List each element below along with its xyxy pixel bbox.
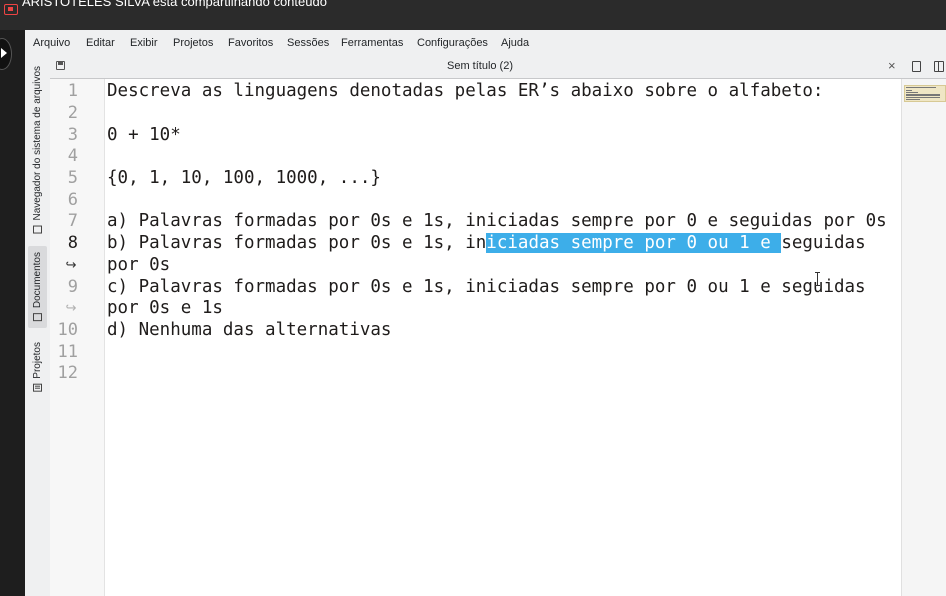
menu-configuracoes[interactable]: Configurações xyxy=(417,37,488,49)
line-number: 6 xyxy=(67,190,78,210)
minimap-line xyxy=(906,90,912,91)
wrap-indicator-icon: ↪ xyxy=(65,257,77,272)
menu-sessoes[interactable]: Sessões xyxy=(287,37,329,49)
share-banner-text: ARISTOTELES SILVA está compartilhando co… xyxy=(22,0,327,9)
wrap-indicator-icon: ↪ xyxy=(65,300,77,315)
menu-ferramentas[interactable]: Ferramentas xyxy=(341,37,403,49)
close-tab-icon[interactable]: × xyxy=(888,58,896,73)
line-number: 2 xyxy=(67,103,78,123)
line-number: 9 xyxy=(67,277,78,297)
screen-share-icon xyxy=(4,4,18,15)
menu-projetos[interactable]: Projetos xyxy=(173,37,213,49)
line-text: Descreva as linguagens denotadas pelas E… xyxy=(107,81,824,101)
line-number: 10 xyxy=(57,320,78,340)
minimap-line xyxy=(906,92,918,93)
folder-icon xyxy=(33,225,42,234)
line-text: b) Palavras formadas por 0s e 1s, inicia… xyxy=(107,232,866,254)
document-icon xyxy=(33,313,42,322)
tab-filesystem-browser[interactable]: Navegador do sistema de arquivos xyxy=(28,58,47,242)
line-text: 0 + 10* xyxy=(107,125,181,145)
text-cursor-ibeam-icon xyxy=(815,272,820,286)
menu-favoritos[interactable]: Favoritos xyxy=(228,37,273,49)
line-text-before-selection: b) Palavras formadas por 0s e 1s, in xyxy=(107,233,487,253)
kate-editor-window: Arquivo Editar Exibir Projetos Favoritos… xyxy=(25,30,946,596)
tab-documents[interactable]: Documentos xyxy=(28,246,47,328)
document-tab-title[interactable]: Sem título (2) xyxy=(50,60,910,72)
tab-documents-label: Documentos xyxy=(32,252,43,309)
line-number-current: 8 xyxy=(67,233,78,253)
menu-ajuda[interactable]: Ajuda xyxy=(501,37,529,49)
expand-panel-icon[interactable] xyxy=(0,38,12,70)
line-number: 4 xyxy=(67,146,78,166)
line-number: 5 xyxy=(67,168,78,188)
line-number: 1 xyxy=(67,81,78,101)
screen-share-banner: ARISTOTELES SILVA está compartilhando co… xyxy=(0,0,946,30)
meeting-side-strip xyxy=(0,30,25,596)
tab-projects[interactable]: Projetos xyxy=(28,336,47,398)
document-tab-bar: Sem título (2) × xyxy=(50,56,946,79)
line-number: 11 xyxy=(57,342,78,362)
minimap-line xyxy=(906,95,940,96)
minimap-line xyxy=(906,99,920,100)
line-text: por 0s xyxy=(107,255,171,275)
tab-filesystem-browser-label: Navegador do sistema de arquivos xyxy=(32,66,43,221)
line-text: d) Nenhuma das alternativas xyxy=(107,320,392,340)
tab-projects-label: Projetos xyxy=(32,342,43,379)
text-editor[interactable]: 1 2 3 4 5 6 7 8 ↪ 9 ↪ 10 11 12 Descreva … xyxy=(50,79,901,596)
line-number: 12 xyxy=(57,363,78,383)
menu-arquivo[interactable]: Arquivo xyxy=(33,37,70,49)
minimap-line xyxy=(906,87,936,88)
line-text: c) Palavras formadas por 0s e 1s, inicia… xyxy=(107,277,866,297)
new-document-icon[interactable] xyxy=(912,61,921,72)
line-number: 7 xyxy=(67,211,78,231)
line-text: a) Palavras formadas por 0s e 1s, inicia… xyxy=(107,211,887,231)
menu-editar[interactable]: Editar xyxy=(86,37,115,49)
line-text-after-selection: seguidas xyxy=(781,233,866,253)
line-number: 3 xyxy=(67,125,78,145)
line-number-gutter: 1 2 3 4 5 6 7 8 ↪ 9 ↪ 10 11 12 xyxy=(50,79,105,596)
minimap-scrollbar[interactable] xyxy=(901,79,946,596)
minimap-line xyxy=(906,97,940,98)
menu-exibir[interactable]: Exibir xyxy=(130,37,158,49)
split-view-icon[interactable] xyxy=(934,61,944,72)
line-text: por 0s e 1s xyxy=(107,298,223,318)
project-icon xyxy=(33,383,42,392)
text-selection[interactable]: iciadas sempre por 0 ou 1 e xyxy=(486,233,782,253)
line-text: {0, 1, 10, 100, 1000, ...} xyxy=(107,168,381,188)
side-panel-tabs: Navegador do sistema de arquivos Documen… xyxy=(25,56,50,596)
menu-bar: Arquivo Editar Exibir Projetos Favoritos… xyxy=(25,30,946,56)
